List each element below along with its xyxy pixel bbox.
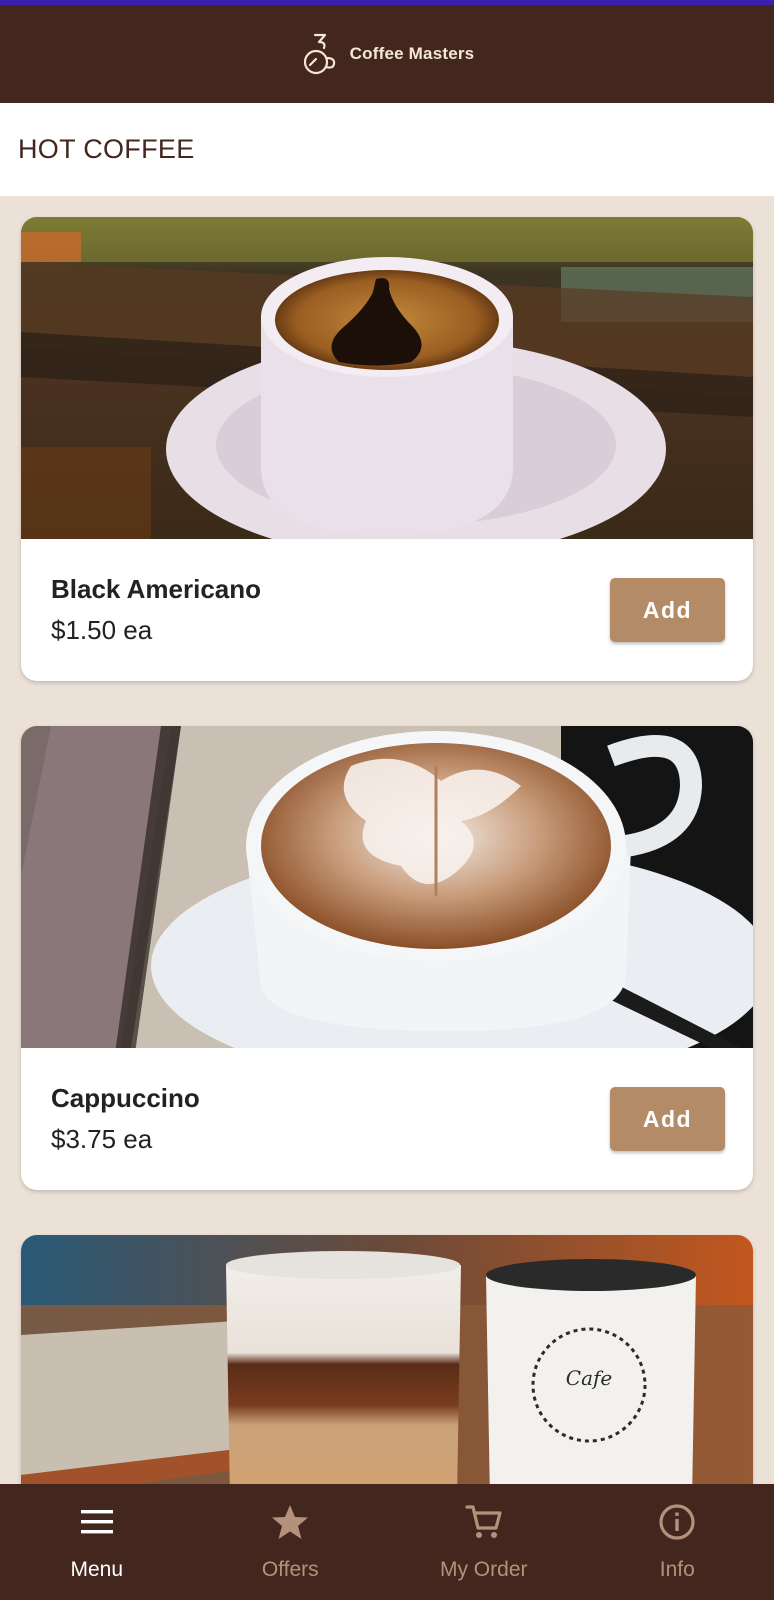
app-bar: Coffee Masters [0,5,774,103]
nav-item-info[interactable]: Info [581,1484,774,1600]
product-image [21,726,753,1048]
cappuccino-image [21,726,753,1048]
info-icon [659,1504,695,1540]
add-to-order-button[interactable]: Add [610,578,725,642]
product-card: Black Americano $1.50 ea Add [21,217,753,681]
product-text: Cappuccino $3.75 ea [51,1083,200,1155]
product-name: Black Americano [51,574,262,604]
add-to-order-button[interactable]: Add [610,1087,725,1151]
product-info: Cappuccino $3.75 ea Add [21,1048,753,1190]
product-price: $3.75 ea [51,1124,153,1154]
nav-label: Menu [70,1558,124,1581]
product-price: $1.50 ea [51,615,153,645]
product-info: Black Americano $1.50 ea Add [21,539,753,681]
app-logo[interactable]: Coffee Masters [300,32,475,76]
black-coffee-image [21,217,753,539]
product-image: Cafe [21,1235,753,1484]
nav-label: Offers [261,1558,319,1581]
nav-item-menu[interactable]: Menu [0,1484,194,1600]
svg-text:Cafe: Cafe [566,1366,612,1390]
product-card: Cafe [21,1235,753,1484]
menu-icon [80,1510,113,1534]
star-icon [272,1505,309,1539]
nav-item-offers[interactable]: Offers [194,1484,388,1600]
product-card: Cappuccino $3.75 ea Add [21,726,753,1190]
nav-item-my-order[interactable]: My Order [387,1484,581,1600]
bottom-nav: Menu Offers My Order Info [0,1484,774,1600]
app-name: Coffee Masters [349,44,475,63]
cart-icon [465,1505,502,1538]
section-header: HOT COFFEE [0,103,774,196]
nav-label: Info [659,1558,695,1581]
product-name: Cappuccino [51,1083,200,1113]
product-image [21,217,753,539]
nav-label: My Order [439,1558,528,1581]
section-title: HOT COFFEE [18,134,195,164]
app-screen: Coffee Masters HOT COFFEE Black American… [0,0,774,1600]
product-text: Black Americano $1.50 ea [51,574,261,646]
product-list[interactable]: Black Americano $1.50 ea Add Cappuccino … [0,196,774,1484]
latte-image: Cafe [21,1235,753,1484]
coffee-logo-icon [303,33,335,75]
